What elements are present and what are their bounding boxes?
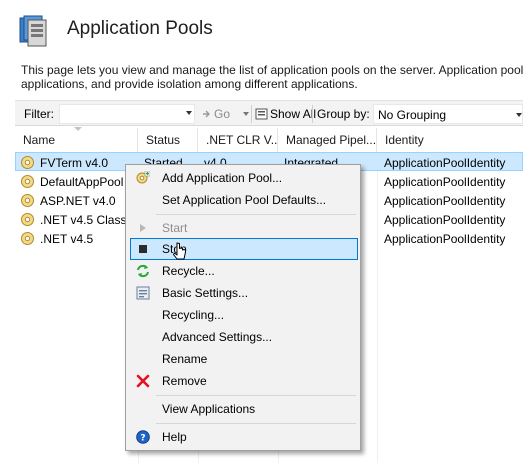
column-header-identity[interactable]: Identity — [377, 128, 523, 152]
menu-item-view-applications[interactable]: View Applications — [130, 398, 358, 420]
page-description-line: This page lets you view and manage the l… — [21, 63, 523, 77]
menu-item-help[interactable]: ? Help — [130, 426, 358, 448]
go-button[interactable]: Go — [202, 107, 230, 121]
app-pool-icon — [20, 193, 35, 208]
pool-name: .NET v4.5 — [40, 232, 94, 246]
menu-item-stop[interactable]: Stop — [130, 238, 358, 260]
menu-item-label: Recycle... — [162, 264, 215, 278]
pool-identity: ApplicationPoolIdentity — [384, 194, 506, 208]
menu-item-label: Basic Settings... — [162, 286, 249, 300]
column-header-managed-pipeline[interactable]: Managed Pipel... — [278, 128, 377, 152]
stop-icon — [136, 242, 150, 256]
column-header-clr-version[interactable]: .NET CLR V... — [198, 128, 278, 152]
show-all-icon — [255, 108, 268, 120]
page-description: This page lets you view and manage the l… — [21, 63, 523, 91]
toolbar-separator — [312, 105, 313, 123]
menu-item-label: Help — [162, 430, 187, 444]
filter-label: Filter: — [24, 107, 54, 121]
menu-separator — [156, 395, 356, 396]
menu-item-advanced-settings[interactable]: Advanced Settings... — [130, 326, 358, 348]
filter-toolbar: Filter: Go Show All Group by: No Groupin… — [15, 100, 523, 126]
show-all-button[interactable]: Show All — [255, 107, 316, 121]
menu-separator — [156, 214, 356, 215]
pool-name: .NET v4.5 Classic — [40, 213, 125, 227]
app-pool-icon — [20, 155, 35, 170]
menu-item-remove[interactable]: Remove — [130, 370, 358, 392]
menu-item-label: Advanced Settings... — [162, 330, 273, 344]
toolbar-separator — [251, 105, 252, 123]
menu-item-set-defaults[interactable]: Set Application Pool Defaults... — [130, 189, 358, 211]
group-by-label: Group by: — [317, 107, 370, 121]
filter-dropdown-icon[interactable] — [186, 111, 192, 115]
app-pool-icon — [20, 212, 35, 227]
recycle-icon — [136, 264, 150, 278]
page-description-line: applications, and provide isolation amon… — [21, 77, 358, 91]
group-by-dropdown-icon[interactable] — [516, 113, 522, 117]
add-pool-icon — [136, 170, 151, 185]
pool-identity: ApplicationPoolIdentity — [384, 156, 506, 170]
menu-item-start[interactable]: Start — [130, 217, 358, 239]
play-icon — [136, 221, 150, 235]
menu-item-label: View Applications — [162, 402, 256, 416]
menu-item-add-application-pool[interactable]: Add Application Pool... — [130, 167, 358, 189]
app-pool-icon — [20, 231, 35, 246]
menu-separator — [156, 423, 356, 424]
pool-identity: ApplicationPoolIdentity — [384, 175, 506, 189]
group-by-value: No Grouping — [378, 108, 447, 122]
menu-item-label: Add Application Pool... — [162, 171, 283, 185]
menu-item-label: Recycling... — [162, 308, 225, 322]
remove-icon — [136, 374, 150, 388]
mouse-cursor-icon — [173, 242, 187, 264]
menu-item-recycling[interactable]: Recycling... — [130, 304, 358, 326]
go-label: Go — [214, 107, 231, 121]
filter-input[interactable] — [59, 104, 195, 124]
menu-item-label: Set Application Pool Defaults... — [162, 193, 327, 207]
show-all-label: Show All — [270, 107, 317, 121]
app-pool-icon — [20, 174, 35, 189]
menu-item-label: Remove — [162, 374, 207, 388]
menu-item-recycle[interactable]: Recycle... — [130, 260, 358, 282]
go-dropdown-icon[interactable] — [243, 112, 249, 116]
column-header-name[interactable]: Name — [15, 128, 138, 152]
basic-settings-icon — [136, 286, 150, 300]
pool-name: ASP.NET v4.0 — [40, 194, 116, 208]
svg-text:?: ? — [140, 434, 145, 444]
pool-identity: ApplicationPoolIdentity — [384, 213, 506, 227]
menu-item-label: Start — [162, 221, 188, 235]
pool-name: DefaultAppPool — [40, 175, 124, 189]
menu-item-label: Rename — [162, 352, 208, 366]
menu-item-rename[interactable]: Rename — [130, 348, 358, 370]
application-pools-icon — [18, 14, 50, 48]
pool-identity: ApplicationPoolIdentity — [384, 232, 506, 246]
group-by-select[interactable]: No Grouping — [373, 104, 523, 124]
menu-item-basic-settings[interactable]: Basic Settings... — [130, 282, 358, 304]
column-header-status[interactable]: Status — [138, 128, 198, 152]
context-menu: Add Application Pool... Set Application … — [125, 164, 361, 451]
go-arrow-icon — [203, 110, 210, 118]
help-icon: ? — [136, 430, 150, 444]
pool-name: FVTerm v4.0 — [40, 156, 109, 170]
page-title: Application Pools — [67, 18, 213, 39]
